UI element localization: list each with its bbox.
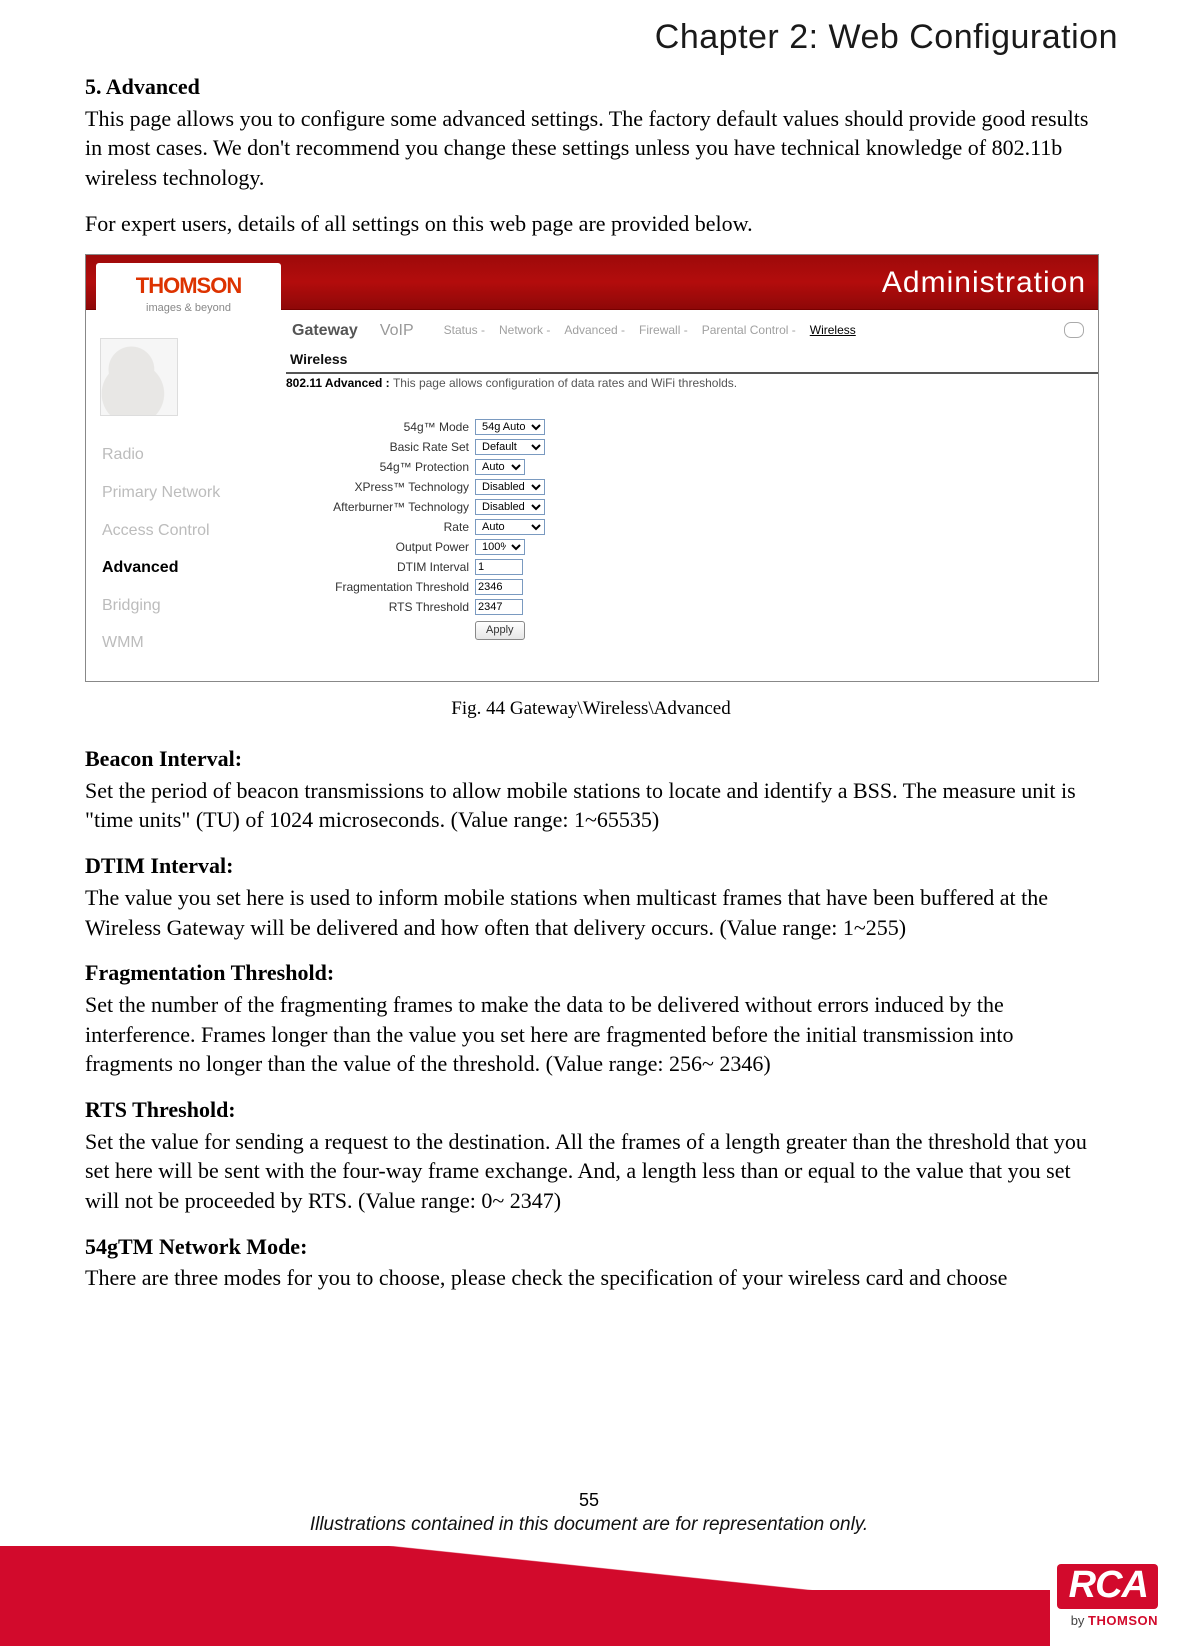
label-afterburner: Afterburner™ Technology [294,499,475,515]
menu-bar: Gateway VoIP Status - Network - Advanced… [286,315,1098,345]
sidebar-item-bridging[interactable]: Bridging [86,587,286,625]
chapter-title: Chapter 2: Web Configuration [655,18,1118,57]
select-54g-mode[interactable]: 54g Auto [475,419,545,435]
label-output-power: Output Power [294,539,475,555]
sidebar-item-primary-network[interactable]: Primary Network [86,474,286,512]
refresh-icon[interactable] [1064,322,1084,338]
menu-advanced[interactable]: Advanced - [564,322,625,338]
tab-voip[interactable]: VoIP [380,320,414,342]
menu-network[interactable]: Network - [499,322,550,338]
desc-body: This page allows configuration of data r… [393,376,737,390]
rca-logo-block: RCA by THOMSON [1057,1564,1158,1628]
footer-band: RCA by THOMSON [0,1542,1178,1646]
def-dtim-title: DTIM Interval: [85,851,1097,881]
avatar-image [100,338,178,416]
menu-parental[interactable]: Parental Control - [702,322,796,338]
sidebar-item-wmm[interactable]: WMM [86,624,286,662]
label-rate: Rate [294,519,475,535]
input-rts[interactable] [475,599,523,615]
select-afterburner[interactable]: Disabled [475,499,545,515]
select-output-power[interactable]: 100% [475,539,525,555]
footer-by: by [1071,1613,1085,1628]
def-beacon-title: Beacon Interval: [85,744,1097,774]
select-54g-protection[interactable]: Auto [475,459,525,475]
select-basic-rate[interactable]: Default [475,439,545,455]
def-beacon-body: Set the period of beacon transmissions t… [85,776,1097,835]
page-description: 802.11 Advanced : This page allows confi… [286,375,1090,391]
section-heading-advanced: 5. Advanced [85,72,1097,102]
brand-logo: THOMSON images & beyond [96,263,281,323]
footer-wedge-base [0,1590,1050,1646]
def-54g-title: 54gTM Network Mode: [85,1232,1097,1262]
label-54g-protection: 54g™ Protection [294,459,475,475]
rca-logo: RCA [1057,1564,1158,1609]
figure-screenshot: Administration THOMSON images & beyond G… [85,254,1099,682]
brand-subtext: images & beyond [96,301,281,316]
sub-header-wireless: Wireless [286,350,1098,374]
footer-thomson: THOMSON [1088,1613,1158,1628]
label-rts: RTS Threshold [294,599,475,615]
def-54g-body: There are three modes for you to choose,… [85,1263,1097,1293]
footer-illustration-note: Illustrations contained in this document… [0,1514,1178,1536]
select-rate[interactable]: Auto [475,519,545,535]
label-54g-mode: 54g™ Mode [294,419,475,435]
def-frag-body: Set the number of the fragmenting frames… [85,990,1097,1079]
brand-text: THOMSON [96,263,281,301]
sidebar-item-radio[interactable]: Radio [86,436,286,474]
def-rts-body: Set the value for sending a request to t… [85,1127,1097,1216]
menu-firewall[interactable]: Firewall - [639,322,688,338]
label-xpress: XPress™ Technology [294,479,475,495]
sidebar-item-access-control[interactable]: Access Control [86,512,286,550]
tab-gateway[interactable]: Gateway [292,320,358,342]
section-intro-p2: For expert users, details of all setting… [85,209,1097,239]
footer-byline: by THOMSON [1057,1613,1158,1628]
def-frag-title: Fragmentation Threshold: [85,958,1097,988]
def-dtim-body: The value you set here is used to inform… [85,883,1097,942]
section-intro-p1: This page allows you to configure some a… [85,104,1097,193]
header-admin-label: Administration [882,263,1086,304]
settings-form: 54g™ Mode 54g Auto Basic Rate Set Defaul… [294,417,545,640]
label-dtim: DTIM Interval [294,559,475,575]
sidebar-item-advanced[interactable]: Advanced [86,549,286,587]
def-rts-title: RTS Threshold: [85,1095,1097,1125]
label-frag: Fragmentation Threshold [294,579,475,595]
select-xpress[interactable]: Disabled [475,479,545,495]
label-basic-rate: Basic Rate Set [294,439,475,455]
input-dtim[interactable] [475,559,523,575]
figure-caption: Fig. 44 Gateway\Wireless\Advanced [85,696,1097,722]
sidebar: Radio Primary Network Access Control Adv… [86,330,286,662]
apply-button[interactable]: Apply [475,621,525,640]
page-number: 55 [0,1490,1178,1511]
input-frag[interactable] [475,579,523,595]
menu-status[interactable]: Status - [444,322,485,338]
menu-wireless[interactable]: Wireless [810,322,856,338]
desc-prefix: 802.11 Advanced : [286,376,393,390]
